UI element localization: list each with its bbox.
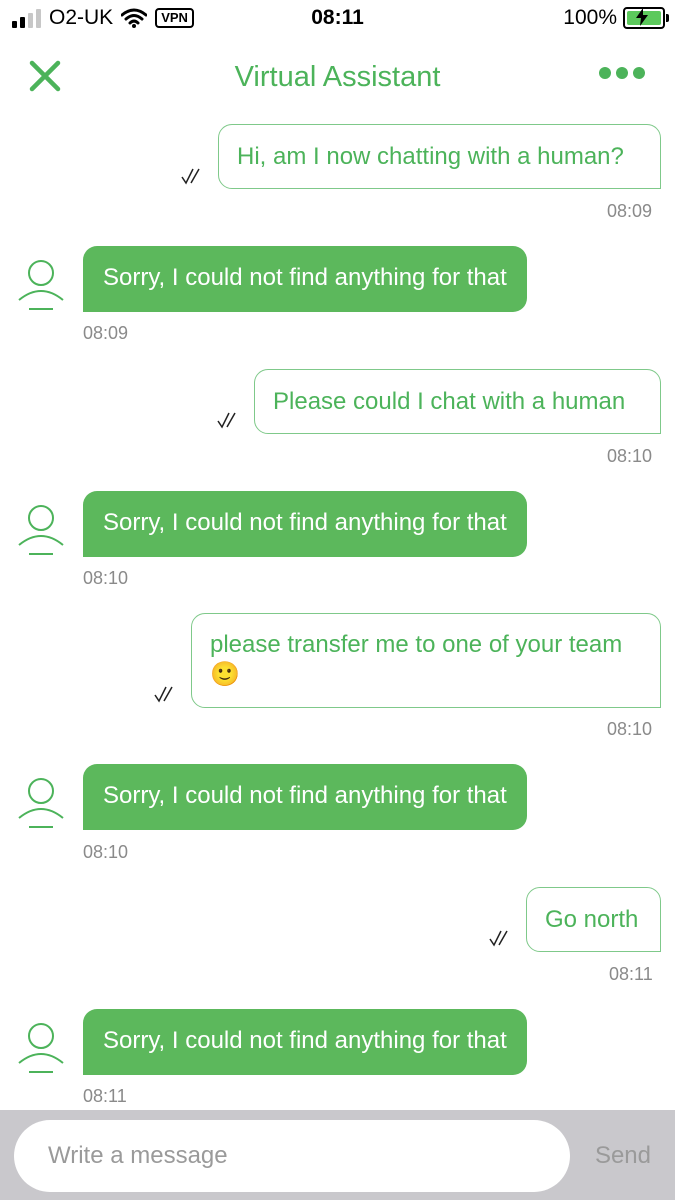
message-timestamp: 08:09 bbox=[607, 201, 653, 221]
bot-message-bubble: Sorry, I could not find anything for tha… bbox=[83, 1009, 527, 1075]
read-receipt-icon bbox=[489, 930, 508, 947]
battery-percent: 100% bbox=[563, 6, 617, 29]
message-timestamp: 08:11 bbox=[609, 964, 653, 984]
bot-message-bubble: Sorry, I could not find anything for tha… bbox=[83, 764, 527, 830]
message-text: Sorry, I could not find anything for tha… bbox=[103, 782, 507, 809]
user-message-bubble: Hi, am I now chatting with a human? bbox=[218, 124, 661, 189]
message-timestamp: 08:10 bbox=[83, 568, 129, 588]
status-bar: O2-UK VPN 08:11 100% bbox=[0, 0, 675, 38]
battery-icon bbox=[623, 7, 669, 29]
message-timestamp: 08:10 bbox=[607, 446, 653, 466]
message-timestamp: 08:11 bbox=[83, 1086, 127, 1106]
chat-header: Virtual Assistant bbox=[0, 45, 675, 115]
message-text: Go north bbox=[545, 906, 639, 933]
assistant-avatar-icon bbox=[18, 505, 64, 555]
read-receipt-icon bbox=[217, 412, 236, 429]
message-text: Sorry, I could not find anything for tha… bbox=[103, 509, 507, 536]
page-title: Virtual Assistant bbox=[234, 61, 441, 93]
message-text: Sorry, I could not find anything for tha… bbox=[103, 264, 507, 291]
send-button[interactable]: Send bbox=[595, 1142, 651, 1170]
more-options-icon[interactable] bbox=[599, 67, 645, 79]
message-text: please transfer me to one of your team bbox=[210, 631, 623, 658]
read-receipt-icon bbox=[181, 168, 200, 185]
message-timestamp: 08:10 bbox=[83, 842, 129, 862]
message-timestamp: 08:10 bbox=[607, 719, 653, 739]
message-input[interactable] bbox=[14, 1120, 570, 1192]
read-receipt-icon bbox=[154, 686, 173, 703]
bot-message-bubble: Sorry, I could not find anything for tha… bbox=[83, 246, 527, 312]
message-text: Hi, am I now chatting with a human? bbox=[237, 143, 624, 170]
user-message-bubble: please transfer me to one of your team 🙂 bbox=[191, 613, 661, 708]
message-composer: Send bbox=[0, 1110, 675, 1200]
assistant-avatar-icon bbox=[18, 1023, 64, 1073]
bot-message-bubble: Sorry, I could not find anything for tha… bbox=[83, 491, 527, 557]
user-message-bubble: Go north bbox=[526, 887, 661, 952]
message-text: Please could I chat with a human bbox=[273, 388, 626, 415]
assistant-avatar-icon bbox=[18, 260, 64, 310]
assistant-avatar-icon bbox=[18, 778, 64, 828]
user-message-bubble: Please could I chat with a human bbox=[254, 369, 661, 434]
message-text: Sorry, I could not find anything for tha… bbox=[103, 1027, 507, 1054]
message-timestamp: 08:09 bbox=[83, 323, 129, 343]
smiley-emoji-icon: 🙂 bbox=[210, 661, 240, 688]
status-right: 100% bbox=[563, 6, 669, 30]
